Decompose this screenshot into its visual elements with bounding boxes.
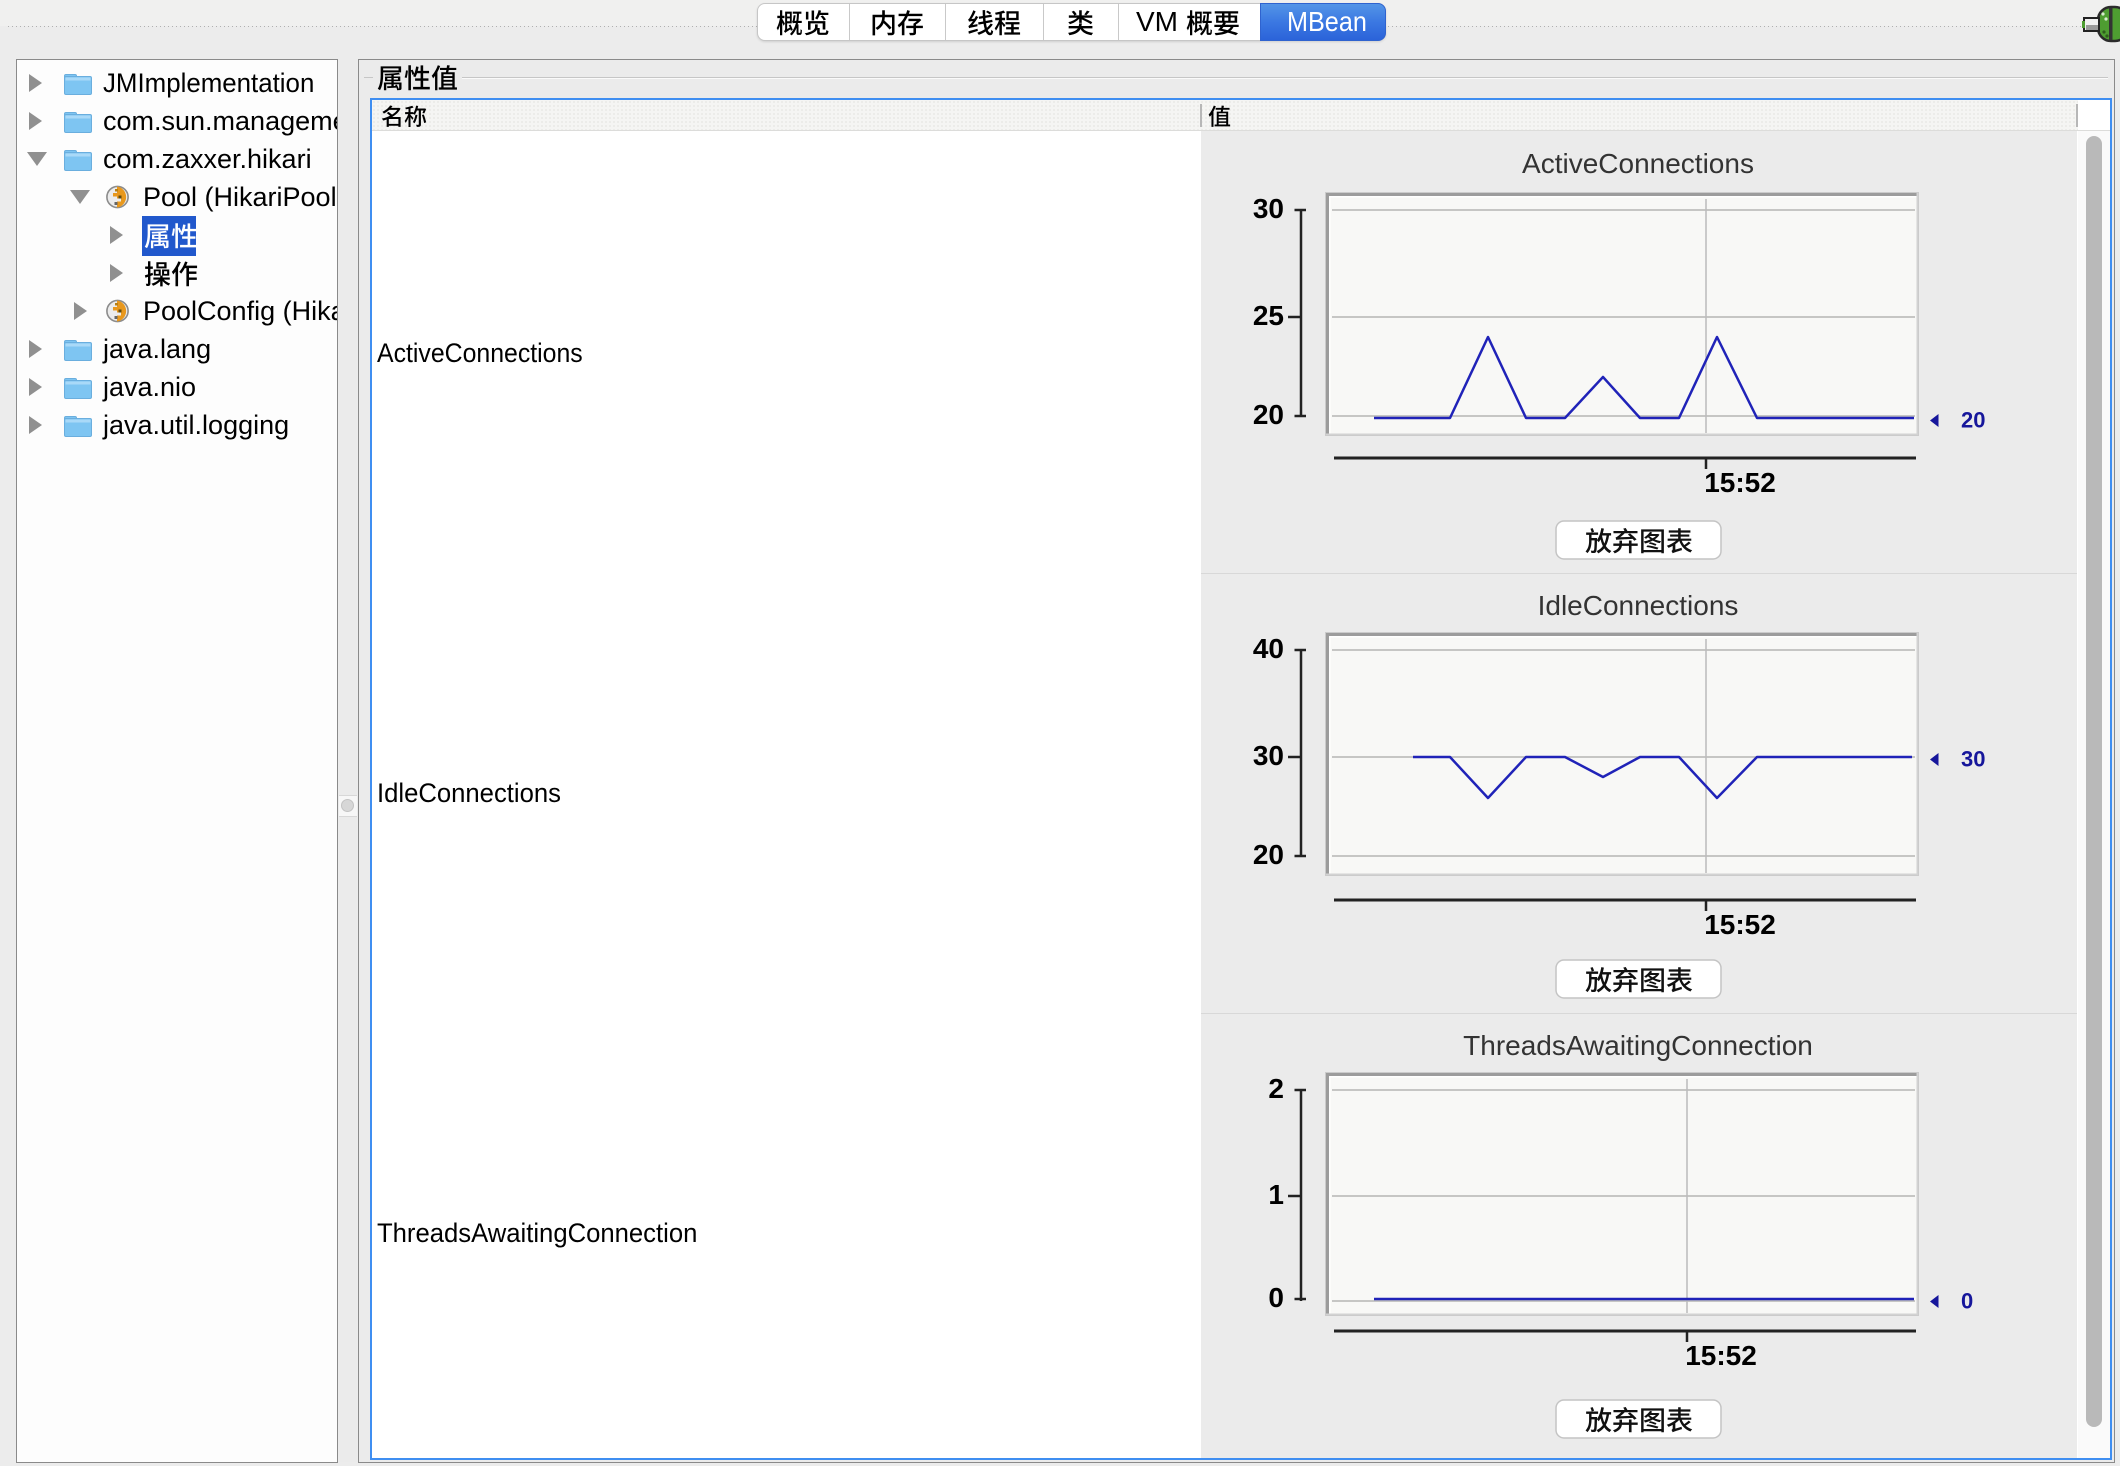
svg-text:20: 20: [1961, 408, 1985, 433]
svg-text:25: 25: [1253, 300, 1284, 331]
svg-text:IdleConnections: IdleConnections: [1538, 590, 1739, 621]
svg-text:30: 30: [1961, 747, 1985, 772]
svg-text:15:52: 15:52: [1704, 467, 1776, 498]
svg-text:2: 2: [1268, 1073, 1284, 1104]
svg-text:20: 20: [1253, 399, 1284, 430]
svg-text:ThreadsAwaitingConnection: ThreadsAwaitingConnection: [1463, 1030, 1813, 1061]
svg-text:15:52: 15:52: [1685, 1340, 1757, 1371]
svg-text:1: 1: [1268, 1179, 1284, 1210]
svg-text:15:52: 15:52: [1704, 909, 1776, 940]
svg-text:0: 0: [1268, 1282, 1284, 1313]
svg-text:40: 40: [1253, 633, 1284, 664]
svg-text:30: 30: [1253, 193, 1284, 224]
svg-text:30: 30: [1253, 740, 1284, 771]
svg-text:0: 0: [1961, 1289, 1973, 1314]
svg-text:ActiveConnections: ActiveConnections: [1522, 148, 1754, 179]
svg-text:20: 20: [1253, 839, 1284, 870]
